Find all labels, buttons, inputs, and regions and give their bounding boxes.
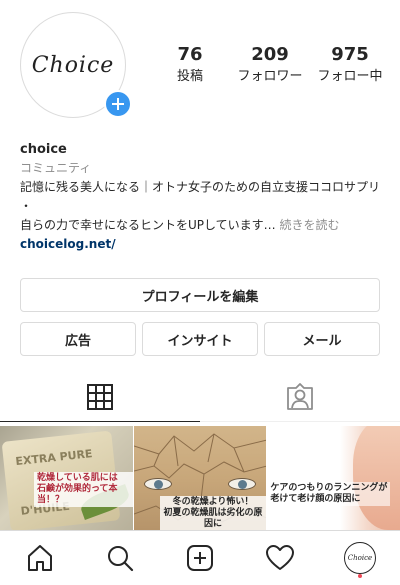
nav-new-post[interactable]: [160, 531, 240, 585]
bio-text: 自らの力で幸せになるヒントをUPしています…: [20, 218, 276, 232]
profile-tabs: [0, 372, 400, 422]
active-tab-indicator: [0, 421, 200, 422]
stat-number: 975: [331, 44, 369, 65]
insights-button[interactable]: インサイト: [142, 322, 258, 356]
bottom-navigation: Choice: [0, 530, 400, 585]
edit-profile-button[interactable]: プロフィールを編集: [20, 278, 380, 312]
profile-name: choice: [20, 142, 67, 157]
stat-number: 209: [251, 44, 289, 65]
bio-line: 記憶に残る美人になる｜オトナ女子のための自立支援ココロサプリ: [20, 180, 381, 194]
stat-label: フォロー中: [317, 69, 383, 84]
promotions-button[interactable]: 広告: [20, 322, 136, 356]
home-icon: [28, 545, 52, 571]
stat-followers[interactable]: 209 フォロワー: [230, 44, 310, 86]
nav-home[interactable]: [0, 531, 80, 585]
profile-category: コミュニティ: [20, 161, 92, 175]
eye-image: [143, 478, 172, 490]
post-caption: 冬の乾燥より怖い！ 初夏の乾燥肌は劣化の原因に: [159, 496, 267, 530]
nav-search[interactable]: [80, 531, 160, 585]
add-story-button[interactable]: [104, 90, 132, 118]
caption-line: 老けて老け顔の原因に: [270, 494, 361, 504]
profile-header: Choice 76 投稿 209 フォロワー 975 フォロー中: [0, 0, 400, 130]
caption-line: 冬の乾燥より怖い！: [172, 497, 254, 507]
avatar-logo-text: Choice: [31, 52, 115, 78]
caption-line: ケアのつもりのランニングが: [270, 483, 388, 493]
eye-image: [227, 478, 256, 490]
stat-label: 投稿: [176, 69, 203, 84]
nav-profile[interactable]: Choice: [320, 531, 400, 585]
caption-line: 初夏の乾燥肌は劣化の原因に: [163, 508, 263, 529]
email-button[interactable]: メール: [264, 322, 380, 356]
add-post-icon: [187, 545, 213, 571]
post-caption: ケアのつもりのランニングが 老けて老け顔の原因に: [267, 482, 391, 506]
nav-activity[interactable]: [240, 531, 320, 585]
notification-dot: [358, 574, 362, 578]
tab-divider: [200, 421, 400, 422]
face-image: [353, 426, 400, 530]
stat-posts[interactable]: 76 投稿: [150, 44, 230, 86]
bio-line: ・: [20, 199, 33, 213]
stat-label: フォロワー: [237, 69, 303, 84]
search-icon: [108, 546, 134, 572]
tab-grid[interactable]: [0, 372, 200, 422]
tab-tagged[interactable]: [200, 372, 400, 422]
profile-stats: 76 投稿 209 フォロワー 975 フォロー中: [150, 44, 390, 86]
profile-bio: choice コミュニティ 記憶に残る美人になる｜オトナ女子のための自立支援ココ…: [20, 140, 390, 254]
post-grid: EXTRA PURE D'HUILE 乾燥している肌には 石鹸が効果的って本当！…: [0, 426, 400, 530]
post-thumbnail[interactable]: 冬の乾燥より怖い！ 初夏の乾燥肌は劣化の原因に: [133, 426, 267, 530]
website-link[interactable]: choicelog.net/: [20, 235, 390, 254]
caption-line: 石鹸が効果的って本当！？: [37, 484, 118, 505]
read-more-link[interactable]: 続きを読む: [280, 218, 340, 232]
profile-avatar-small: Choice: [344, 542, 376, 574]
caption-line: 乾燥している肌には: [37, 473, 118, 483]
post-thumbnail[interactable]: EXTRA PURE D'HUILE 乾燥している肌には 石鹸が効果的って本当！…: [0, 426, 133, 530]
post-thumbnail[interactable]: ケアのつもりのランニングが 老けて老け顔の原因に: [267, 426, 400, 530]
tagged-person-icon: [287, 383, 313, 410]
profile-avatar[interactable]: Choice: [20, 12, 132, 124]
bio-line: 自らの力で幸せになるヒントをUPしています… 続きを読む: [20, 216, 390, 235]
plus-icon: [112, 98, 124, 110]
post-caption: 乾燥している肌には 石鹸が効果的って本当！？: [34, 472, 133, 507]
heart-icon: [266, 545, 294, 570]
stat-number: 76: [177, 44, 203, 65]
grid-icon: [87, 384, 113, 410]
stat-following[interactable]: 975 フォロー中: [310, 44, 390, 86]
